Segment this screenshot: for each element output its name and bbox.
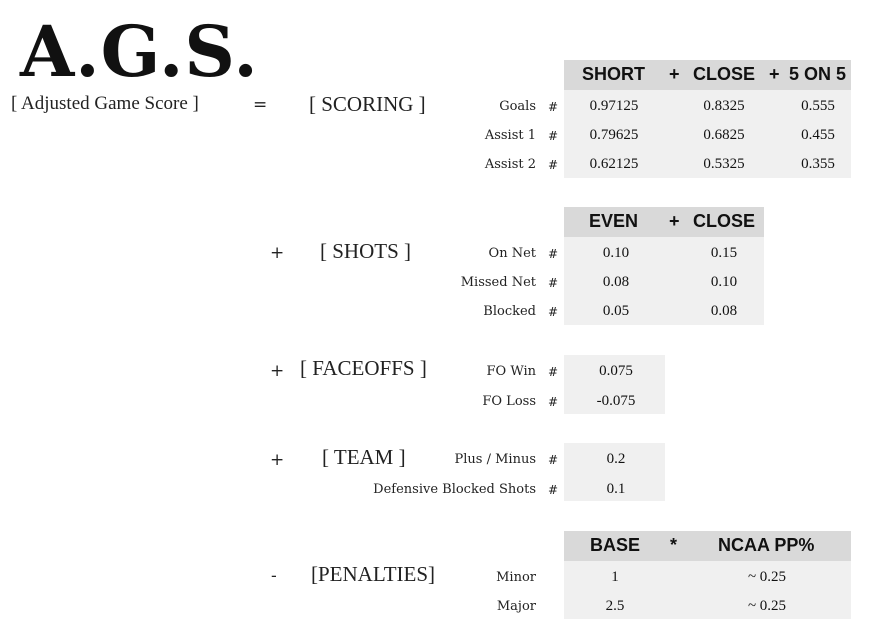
penalties-value: ~ 0.25 (747, 598, 787, 614)
scoring-value: 0.355 (801, 156, 835, 172)
scoring-header-plus-2: + (769, 64, 780, 84)
hash-marker: # (548, 365, 559, 379)
penalties-row-label: Major (496, 599, 536, 614)
faceoffs-value: -0.075 (596, 393, 636, 409)
penalties-value: 2.5 (605, 598, 625, 614)
shots-row-label: On Net (488, 246, 536, 261)
shots-value: 0.15 (710, 245, 738, 261)
shots-value: 0.10 (710, 274, 738, 290)
team-value: 0.2 (606, 451, 626, 467)
shots-value: 0.08 (710, 303, 738, 319)
shots-header-close: CLOSE (693, 211, 756, 231)
penalties-header-times: * (670, 535, 678, 555)
hash-marker: # (548, 276, 559, 290)
hash-marker: # (548, 305, 559, 319)
penalties-row-label: Minor (496, 570, 536, 585)
penalties-header-ncaa-pp: NCAA PP% (718, 535, 815, 555)
scoring-header-close: CLOSE (693, 64, 756, 84)
shots-header-even: EVEN (589, 211, 639, 231)
hash-marker: # (548, 395, 559, 409)
hash-marker: # (548, 129, 559, 143)
team-row-label: Defensive Blocked Shots (373, 482, 536, 497)
penalties-header-base: BASE (590, 535, 641, 555)
scoring-value: 0.6825 (703, 127, 745, 143)
penalties-operator: - (271, 566, 277, 586)
hash-marker: # (548, 247, 559, 261)
team-value: 0.1 (606, 481, 626, 497)
shots-row-label: Missed Net (460, 275, 536, 290)
faceoffs-operator: + (270, 361, 285, 381)
hash-marker: # (548, 158, 559, 172)
shots-value: 0.05 (602, 303, 630, 319)
penalties-value: ~ 0.25 (747, 569, 787, 585)
equals-sign: = (253, 95, 268, 115)
scoring-value: 0.62125 (589, 156, 639, 172)
faceoffs-value: 0.075 (599, 363, 633, 379)
page-subtitle: [ Adjusted Game Score ] (11, 93, 199, 114)
hash-marker: # (548, 100, 559, 114)
scoring-row-label: Assist 2 (484, 157, 536, 172)
scoring-value: 0.555 (801, 98, 835, 114)
scoring-row-label: Goals (499, 99, 536, 114)
scoring-header-plus-1: + (669, 64, 680, 84)
page-title: A.G.S. (20, 10, 259, 93)
shots-row-label: Blocked (483, 304, 536, 319)
shots-value: 0.08 (602, 274, 630, 290)
scoring-header-short: SHORT (582, 64, 645, 84)
hash-marker: # (548, 453, 559, 467)
penalties-value: 1 (611, 569, 619, 585)
team-operator: + (270, 450, 285, 470)
faceoffs-row-label: FO Loss (482, 394, 536, 409)
scoring-value: 0.79625 (589, 127, 639, 143)
scoring-value: 0.8325 (703, 98, 745, 114)
scoring-header-5on5: 5 ON 5 (789, 64, 847, 84)
scoring-value: 0.5325 (703, 156, 745, 172)
shots-operator: + (270, 243, 285, 263)
faceoffs-row-label: FO Win (486, 364, 536, 379)
scoring-row-label: Assist 1 (484, 128, 536, 143)
shots-header-plus: + (669, 211, 680, 231)
team-row-label: Plus / Minus (454, 452, 536, 467)
scoring-value: 0.455 (801, 127, 835, 143)
shots-value: 0.10 (602, 245, 630, 261)
scoring-value: 0.97125 (589, 98, 639, 114)
hash-marker: # (548, 483, 559, 497)
